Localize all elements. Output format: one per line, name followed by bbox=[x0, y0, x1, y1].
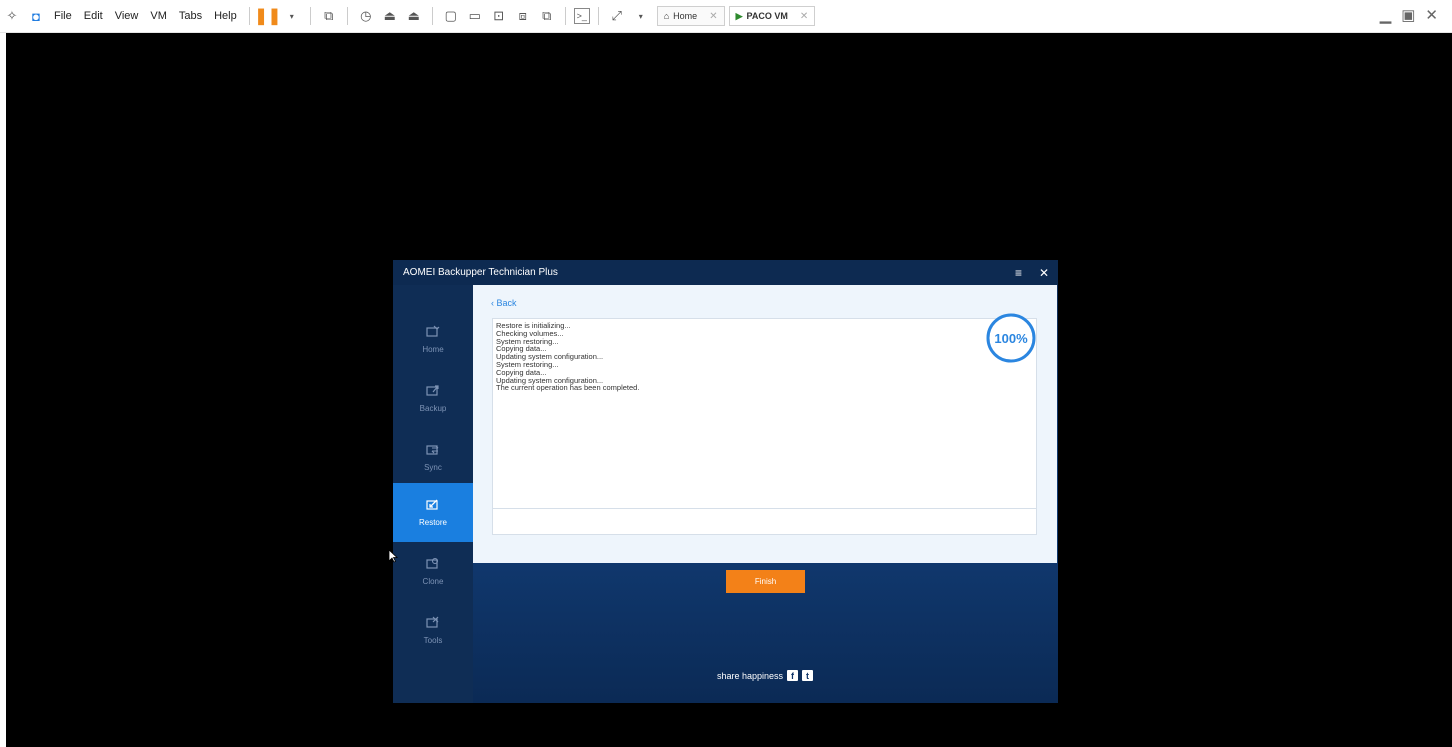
chevron-down-icon[interactable]: ▾ bbox=[282, 6, 302, 26]
minimize-icon[interactable]: ▁ bbox=[1380, 6, 1392, 24]
share-happiness: share happiness f t bbox=[717, 670, 814, 681]
sidebar-item-tools[interactable]: Tools bbox=[393, 601, 473, 660]
aomei-window: AOMEI Backupper Technician Plus ≡ ✕ Home… bbox=[393, 260, 1058, 703]
home-icon: ⌂ bbox=[663, 11, 670, 21]
send-keys-icon[interactable]: ⧉ bbox=[319, 6, 339, 26]
app-titlebar: AOMEI Backupper Technician Plus ≡ ✕ bbox=[393, 260, 1058, 285]
share-label: share happiness bbox=[717, 670, 784, 681]
menu-vm[interactable]: VM bbox=[150, 10, 167, 22]
log-lines: Restore is initializing... Checking volu… bbox=[496, 322, 639, 392]
toolbar-separator bbox=[248, 7, 250, 25]
finish-button[interactable]: Finish bbox=[726, 570, 805, 593]
console-view-icon[interactable]: ⧉ bbox=[537, 6, 557, 26]
backup-icon bbox=[426, 385, 439, 396]
facebook-icon[interactable]: f bbox=[787, 670, 799, 681]
menu-help[interactable]: Help bbox=[214, 10, 237, 22]
view-thumbnail-icon[interactable]: ▭ bbox=[465, 6, 485, 26]
close-icon[interactable]: ✕ bbox=[1039, 266, 1049, 280]
sync-icon bbox=[426, 445, 439, 455]
close-window-icon[interactable]: ✕ bbox=[1425, 6, 1438, 24]
toolbar-separator bbox=[309, 7, 311, 25]
view-sidebar-icon[interactable]: ▢ bbox=[441, 6, 461, 26]
fullscreen-icon[interactable]: ⊡ bbox=[489, 6, 509, 26]
restore-progress-panel: ‹ Back Restore is initializing... Checki… bbox=[473, 285, 1057, 563]
snapshot-manager-icon[interactable]: ⏏ bbox=[404, 6, 424, 26]
back-link[interactable]: ‹ Back bbox=[491, 298, 517, 308]
stretch-icon[interactable]: ⤢ bbox=[607, 6, 627, 26]
twitter-icon[interactable]: t bbox=[802, 670, 814, 681]
close-icon[interactable]: ✕ bbox=[800, 11, 808, 22]
vm-toolbar: ✧ ◘ File Edit View VM Tabs Help ❚❚ ▾ ⧉ ◷… bbox=[0, 0, 1452, 33]
menu-tabs[interactable]: Tabs bbox=[179, 10, 202, 22]
tab-home[interactable]: ⌂ Home ✕ bbox=[656, 6, 725, 26]
sidebar-item-label: Restore bbox=[418, 518, 447, 527]
menu-view[interactable]: View bbox=[115, 10, 139, 22]
tools-icon bbox=[426, 616, 439, 628]
tab-paco-vm-label: PACO VM bbox=[746, 11, 788, 21]
sidebar-item-label: Sync bbox=[424, 463, 442, 472]
sidebar-item-backup[interactable]: Backup bbox=[393, 369, 473, 428]
operation-log: Restore is initializing... Checking volu… bbox=[492, 318, 1037, 535]
clone-icon bbox=[426, 557, 439, 569]
sidebar-item-label: Home bbox=[422, 345, 444, 354]
menu-list-icon[interactable]: ≡ bbox=[1015, 266, 1022, 280]
sidebar-item-restore[interactable]: Restore bbox=[393, 483, 473, 542]
progress-percent: 100% bbox=[994, 330, 1028, 346]
toolbar-separator bbox=[564, 7, 566, 25]
sidebar-item-label: Backup bbox=[419, 404, 447, 413]
restore-window-icon[interactable]: ▣ bbox=[1401, 6, 1415, 24]
revert-snapshot-icon[interactable]: ⏏ bbox=[380, 6, 400, 26]
sidebar: Home Backup Sync Restore Clone Tools bbox=[393, 285, 473, 703]
app-title: AOMEI Backupper Technician Plus bbox=[403, 267, 558, 278]
tab-home-label: Home bbox=[673, 11, 698, 21]
mouse-cursor-icon bbox=[388, 549, 398, 563]
menu-file[interactable]: File bbox=[54, 10, 72, 22]
sidebar-item-label: Tools bbox=[423, 636, 443, 645]
sidebar-item-sync[interactable]: Sync bbox=[393, 428, 473, 487]
toolbar-separator bbox=[346, 7, 348, 25]
snapshot-icon[interactable]: ◷ bbox=[356, 6, 376, 26]
log-footer bbox=[493, 508, 1036, 534]
sidebar-item-clone[interactable]: Clone bbox=[393, 542, 473, 601]
toolbar-separator bbox=[597, 7, 599, 25]
terminal-icon[interactable]: >_ bbox=[573, 8, 590, 24]
log-line: The current operation has been completed… bbox=[496, 383, 640, 393]
close-icon[interactable]: ✕ bbox=[709, 11, 717, 22]
sidebar-item-label: Clone bbox=[422, 577, 444, 586]
vmware-logo-icon: ◘ bbox=[32, 8, 40, 24]
restore-icon bbox=[426, 499, 438, 510]
menu-edit[interactable]: Edit bbox=[84, 10, 103, 22]
pin-icon[interactable]: ✧ bbox=[2, 6, 22, 26]
left-edge bbox=[0, 33, 6, 747]
sidebar-item-home[interactable]: Home bbox=[393, 310, 473, 369]
unity-icon[interactable]: ⧈ bbox=[513, 6, 533, 26]
window-controls: ▁ ▣ ✕ bbox=[1380, 6, 1438, 24]
chevron-down-icon[interactable]: ▾ bbox=[631, 6, 651, 26]
tab-paco-vm[interactable]: ▶ PACO VM ✕ bbox=[728, 6, 816, 26]
pause-icon[interactable]: ❚❚ bbox=[254, 6, 281, 26]
toolbar-separator bbox=[431, 7, 433, 25]
home-monitor-icon bbox=[426, 325, 440, 337]
vm-play-icon: ▶ bbox=[735, 10, 743, 21]
